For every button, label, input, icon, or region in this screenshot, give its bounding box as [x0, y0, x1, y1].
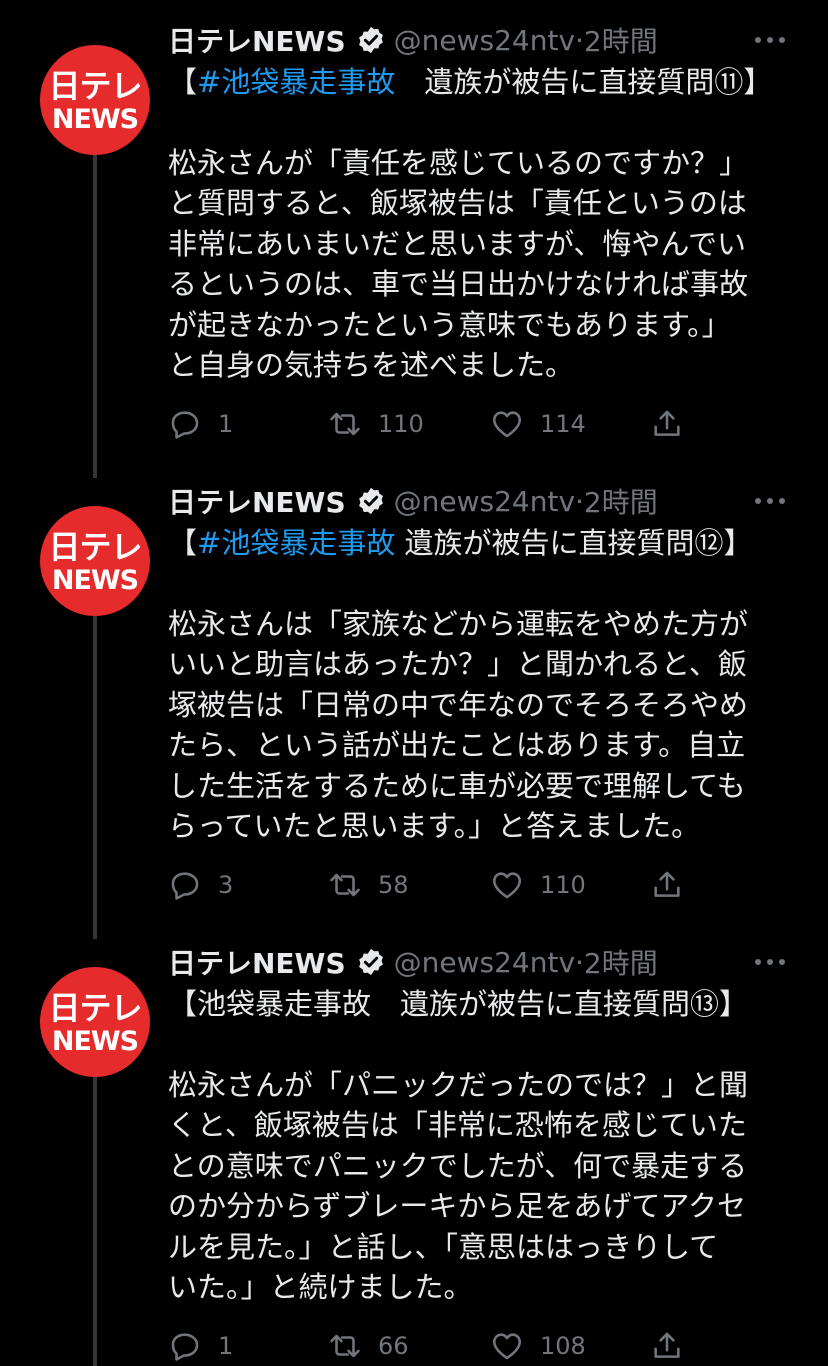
- reply-count: 3: [218, 871, 234, 899]
- tweet[interactable]: 日テレ NEWS 日テレNEWS @news24ntv · 2時間 【池袋暴走事…: [0, 942, 828, 1366]
- timestamp[interactable]: 2時間: [584, 942, 658, 982]
- tweet-text: 【池袋暴走事故 遺族が被告に直接質問⑬】 松永さんが「パニックだったのでは？」と…: [168, 984, 788, 1308]
- text-line: との意味でパニックでしたが、何で暴走する: [168, 1148, 748, 1183]
- verified-badge-icon: [358, 26, 383, 54]
- share-icon: [654, 1332, 680, 1358]
- text-line: が起きなかったという意味でもあります。」: [168, 307, 731, 342]
- retweet-count: 110: [378, 410, 424, 438]
- timestamp[interactable]: 2時間: [584, 481, 658, 521]
- retweet-icon: [330, 412, 360, 436]
- author-name[interactable]: 日テレNEWS: [168, 942, 346, 982]
- text-line: いいと助言はあったか？」と聞かれると、飯: [168, 647, 747, 681]
- like-button[interactable]: 114: [490, 404, 586, 444]
- tweet-header: 日テレNEWS @news24ntv · 2時間: [168, 20, 658, 60]
- tweet-actions: 1 66 108: [168, 1326, 708, 1366]
- text-line: るというのは、車で当日出かけなければ事故: [168, 267, 749, 301]
- tweet[interactable]: 日テレ NEWS 日テレNEWS @news24ntv · 2時間 【#池袋暴走…: [0, 20, 828, 460]
- like-button[interactable]: 108: [490, 1326, 586, 1366]
- timestamp[interactable]: 2時間: [584, 20, 658, 60]
- hashtag-link[interactable]: #池袋暴走事故: [197, 65, 395, 99]
- retweet-button[interactable]: 58: [328, 865, 409, 905]
- retweet-count: 58: [378, 871, 409, 899]
- retweet-button[interactable]: 110: [328, 404, 424, 444]
- tweet-title: 【#池袋暴走事故 遺族が被告に直接質問⑪】: [168, 65, 773, 99]
- avatar-logo-line2: NEWS: [51, 103, 139, 135]
- author-handle[interactable]: @news24ntv: [394, 24, 575, 57]
- text-line: と自身の気持ちを述べました。: [168, 348, 575, 382]
- retweet-button[interactable]: 66: [328, 1326, 409, 1366]
- text-line: 塚被告は「日常の中で年なのでそろそろやめ: [168, 687, 749, 722]
- separator-dot: ·: [575, 945, 584, 979]
- retweet-icon: [330, 873, 360, 897]
- like-icon: [492, 872, 522, 899]
- text-line: らっていたと思います。」と答えました。: [168, 809, 701, 843]
- more-icon[interactable]: [752, 952, 788, 972]
- verified-badge-icon: [358, 948, 383, 976]
- avatar-logo-line1: 日テレ: [48, 527, 142, 566]
- reply-button[interactable]: 1: [168, 404, 233, 444]
- tweet-header: 日テレNEWS @news24ntv · 2時間: [168, 942, 658, 982]
- retweet-count: 66: [378, 1332, 409, 1360]
- tweet-actions: 3 58 110: [168, 865, 708, 905]
- avatar[interactable]: 日テレ NEWS: [40, 967, 150, 1077]
- text-line: ルを見た。」と話し、「意思ははっきりして: [168, 1229, 719, 1264]
- hashtag-link[interactable]: #池袋暴走事故: [197, 526, 395, 560]
- text-line: 松永さんは「家族などから運転をやめた方が: [168, 606, 749, 641]
- share-button[interactable]: [650, 1326, 700, 1366]
- tweet-title: 【#池袋暴走事故 遺族が被告に直接質問⑫】: [168, 526, 753, 560]
- text-line: 非常にあいまいだと思いますが、悔やんでい: [168, 226, 746, 261]
- reply-icon: [171, 411, 199, 439]
- author-name[interactable]: 日テレNEWS: [168, 20, 346, 60]
- separator-dot: ·: [575, 484, 584, 518]
- avatar[interactable]: 日テレ NEWS: [40, 45, 150, 155]
- avatar-logo-line2: NEWS: [51, 564, 139, 596]
- tweet-text: 【#池袋暴走事故 遺族が被告に直接質問⑫】 松永さんは「家族などから運転をやめた…: [168, 523, 788, 847]
- like-count: 110: [540, 871, 586, 899]
- retweet-icon: [330, 1334, 360, 1358]
- like-count: 114: [540, 410, 586, 438]
- tweet-text: 【#池袋暴走事故 遺族が被告に直接質問⑪】 松永さんが「責任を感じているのですか…: [168, 62, 788, 386]
- share-icon: [654, 871, 680, 897]
- tweet-title: 【池袋暴走事故 遺族が被告に直接質問⑬】: [168, 987, 749, 1021]
- text-line: のか分からずブレーキから足をあげてアクセ: [168, 1189, 746, 1223]
- tweet-actions: 1 110 114: [168, 404, 708, 444]
- text-line: と質問すると、飯塚被告は「責任というのは: [168, 186, 747, 220]
- like-count: 108: [540, 1332, 586, 1360]
- verified-badge-icon: [358, 487, 383, 515]
- reply-icon: [171, 1333, 199, 1361]
- separator-dot: ·: [575, 23, 584, 57]
- reply-button[interactable]: 3: [168, 865, 233, 905]
- text-line: した生活をするために車が必要で理解しても: [168, 768, 746, 803]
- share-icon: [654, 410, 680, 436]
- tweet[interactable]: 日テレ NEWS 日テレNEWS @news24ntv · 2時間 【#池袋暴走…: [0, 481, 828, 921]
- share-button[interactable]: [650, 404, 700, 444]
- like-icon: [492, 1333, 522, 1360]
- author-name[interactable]: 日テレNEWS: [168, 481, 346, 521]
- share-button[interactable]: [650, 865, 700, 905]
- text-line: くと、飯塚被告は「非常に恐怖を感じていた: [168, 1108, 747, 1142]
- text-line: いた。」と続けました。: [168, 1270, 473, 1304]
- more-icon[interactable]: [752, 491, 788, 511]
- tweet-header: 日テレNEWS @news24ntv · 2時間: [168, 481, 658, 521]
- text-line: 松永さんが「責任を感じているのですか？」: [168, 145, 749, 180]
- like-button[interactable]: 110: [490, 865, 586, 905]
- avatar-logo-line2: NEWS: [51, 1025, 139, 1057]
- reply-count: 1: [218, 410, 234, 438]
- like-icon: [492, 411, 522, 438]
- author-handle[interactable]: @news24ntv: [394, 485, 575, 518]
- reply-button[interactable]: 1: [168, 1326, 233, 1366]
- text-line: たら、という話が出たことはあります。自立: [168, 728, 746, 762]
- more-icon[interactable]: [752, 30, 788, 50]
- text-line: 松永さんが「パニックだったのでは？」と聞: [168, 1067, 749, 1102]
- reply-count: 1: [218, 1332, 234, 1360]
- avatar-logo-line1: 日テレ: [48, 988, 142, 1027]
- author-handle[interactable]: @news24ntv: [394, 946, 575, 979]
- reply-icon: [171, 872, 199, 900]
- avatar[interactable]: 日テレ NEWS: [40, 506, 150, 616]
- avatar-logo-line1: 日テレ: [48, 66, 142, 105]
